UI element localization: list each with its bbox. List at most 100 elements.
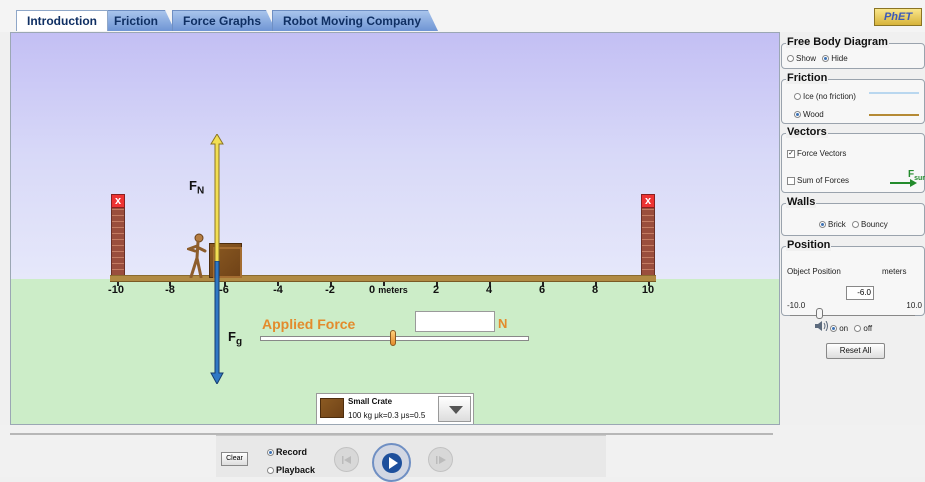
wood-radio[interactable] [794, 111, 801, 119]
wood-swatch [869, 114, 919, 116]
walls-title: Walls [786, 196, 817, 208]
sound-on-radio[interactable] [830, 325, 838, 333]
sound-controls: on off [814, 320, 873, 333]
position-slider-knob[interactable] [816, 308, 823, 319]
hide-label: Hide [831, 54, 848, 63]
ice-radio[interactable] [794, 93, 801, 101]
sum-forces-legend: Fsum [890, 169, 925, 189]
vectors-title: Vectors [786, 126, 828, 138]
object-details: 100 kg μk=0.3 μs=0.5 [348, 411, 426, 420]
force-vectors-checkbox[interactable]: ✓ [787, 149, 795, 158]
playback-label: Playback [276, 465, 316, 475]
rewind-icon [341, 455, 351, 464]
sound-off-radio[interactable] [854, 325, 862, 333]
newtons-unit-label: N [498, 316, 508, 331]
pusher-figure[interactable] [187, 233, 207, 278]
show-label: Show [796, 54, 817, 63]
position-unit-label: meters [882, 267, 907, 276]
position-title: Position [786, 239, 832, 251]
normal-force-label: FN [189, 178, 205, 197]
ice-option: Ice (no friction) [794, 92, 856, 101]
playback-area: Clear Record Playback [0, 425, 925, 482]
clear-button[interactable]: Clear [221, 452, 248, 466]
sound-on-label: on [839, 324, 849, 333]
bouncy-label: Bouncy [861, 220, 888, 229]
control-panel: Free Body Diagram Show Hide Friction Ice… [780, 32, 925, 425]
record-label: Record [276, 447, 308, 457]
crate-thumbnail-icon [320, 398, 344, 418]
tick-label: 10 [641, 284, 655, 296]
force-vectors-label: Force Vectors [797, 149, 847, 158]
speaker-icon [815, 320, 828, 332]
step-button[interactable] [428, 447, 453, 472]
tick-label: 2 [432, 284, 440, 296]
simulation-play-area: x x -10 -8 -6 -4 -2 0 meters 2 4 6 8 10 … [10, 32, 780, 425]
playback-option: Playback [267, 465, 315, 475]
free-body-title: Free Body Diagram [786, 36, 889, 48]
free-body-panel: Free Body Diagram Show Hide [781, 36, 925, 69]
friction-title: Friction [786, 72, 829, 84]
play-icon [381, 452, 402, 473]
brick-radio[interactable] [819, 221, 826, 229]
object-name: Small Crate [348, 397, 393, 406]
position-panel: Position Object Position meters -10.0 10… [781, 239, 925, 316]
rewind-button[interactable] [334, 447, 359, 472]
tab-bar: Introduction Friction Force Graphs Robot… [0, 0, 925, 32]
tick-zero-label: 0 [369, 284, 376, 296]
reset-all-button[interactable]: Reset All [826, 343, 885, 359]
sum-of-forces-label: Sum of Forces [797, 176, 850, 185]
applied-force-label: Applied Force [262, 316, 356, 332]
position-min-label: -10.0 [787, 301, 806, 310]
record-option: Record [267, 447, 307, 457]
tick-label: -8 [165, 284, 175, 296]
meters-label: meters [378, 285, 408, 295]
ice-label: Ice (no friction) [803, 92, 856, 101]
tick-label: -10 [108, 284, 124, 296]
vectors-panel: Vectors ✓ Force Vectors Sum of Forces Fsu… [781, 126, 925, 193]
tab-introduction[interactable]: Introduction [16, 10, 108, 31]
phet-logo: PhET [874, 8, 922, 26]
gravity-force-arrow [210, 261, 224, 384]
object-selector[interactable]: Small Crate 100 kg μk=0.3 μs=0.5 [316, 393, 474, 424]
sky-background [11, 33, 779, 279]
wood-option: Wood [794, 110, 824, 119]
tick-label: 6 [538, 284, 546, 296]
applied-force-slider-knob[interactable] [390, 330, 396, 346]
play-button[interactable] [372, 443, 411, 482]
left-brick-wall: x [111, 194, 125, 276]
bouncy-radio[interactable] [852, 221, 860, 229]
gravity-force-label: Fg [228, 329, 243, 348]
tab-force-graphs[interactable]: Force Graphs [172, 10, 276, 31]
playback-radio[interactable] [267, 467, 274, 475]
tick-label: 0 meters [369, 284, 429, 296]
hide-radio[interactable] [822, 55, 830, 63]
tab-friction[interactable]: Friction [103, 10, 175, 31]
tick-label: 8 [591, 284, 599, 296]
tab-robot-moving-company[interactable]: Robot Moving Company [272, 10, 438, 31]
walls-options: Brick Bouncy [819, 220, 888, 229]
show-radio[interactable] [787, 55, 794, 63]
ice-swatch [869, 92, 919, 94]
object-position-input[interactable]: -6.0 [846, 286, 874, 300]
applied-force-input[interactable] [415, 311, 495, 332]
step-icon [435, 455, 446, 464]
right-wall-marker[interactable]: x [641, 194, 655, 208]
sound-off-label: off [863, 324, 873, 333]
record-radio[interactable] [267, 449, 274, 457]
force-vectors-option: ✓ Force Vectors [787, 149, 846, 158]
right-brick-wall: x [641, 194, 655, 276]
free-body-options: Show Hide [787, 54, 848, 63]
object-dropdown-button[interactable] [438, 396, 471, 422]
position-max-label: 10.0 [906, 301, 922, 310]
left-wall-marker[interactable]: x [111, 194, 125, 208]
sum-of-forces-checkbox[interactable] [787, 176, 795, 185]
position-slider-track[interactable] [790, 315, 915, 316]
object-position-label: Object Position [787, 267, 841, 276]
walls-panel: Walls Brick Bouncy [781, 196, 925, 236]
friction-panel: Friction Ice (no friction) Wood [781, 72, 925, 124]
sum-of-forces-option: Sum of Forces [787, 176, 849, 185]
normal-force-arrow [210, 134, 224, 277]
tick-label: -2 [325, 284, 335, 296]
wood-label: Wood [803, 110, 824, 119]
brick-label: Brick [828, 220, 846, 229]
